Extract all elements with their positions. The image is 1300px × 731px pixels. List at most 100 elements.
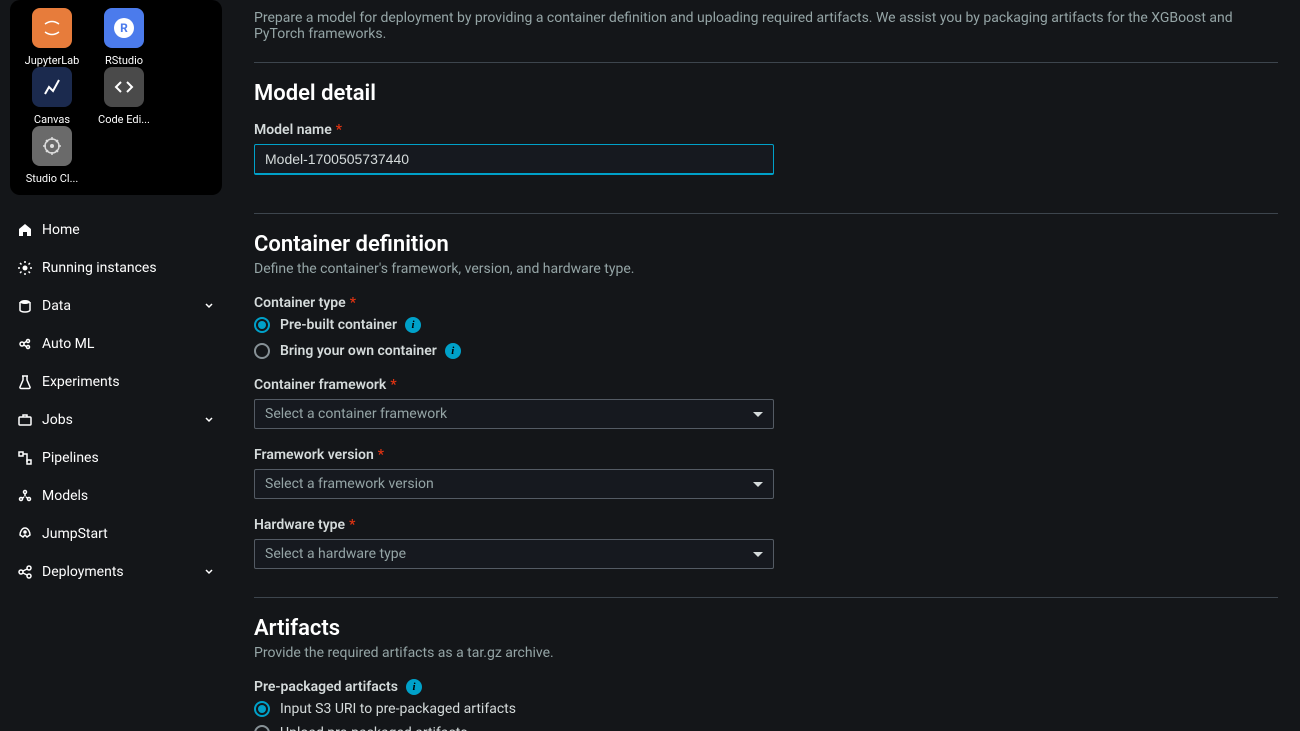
pipelines-icon	[16, 449, 34, 467]
app-rstudio[interactable]: R RStudio	[88, 8, 160, 67]
required-asterisk: *	[349, 517, 355, 533]
nav-home[interactable]: Home	[10, 211, 222, 249]
field-label: Container framework*	[254, 377, 774, 393]
app-label: JupyterLab	[25, 54, 80, 67]
automl-icon	[16, 335, 34, 353]
caret-down-icon	[753, 552, 763, 557]
page-description: Prepare a model for deployment by provid…	[254, 10, 1278, 42]
field-framework-version: Framework version* Select a framework ve…	[254, 447, 774, 499]
gear-icon	[16, 259, 34, 277]
app-label: Studio Cl...	[26, 172, 79, 185]
nav-deployments[interactable]: Deployments	[10, 553, 222, 591]
select-placeholder: Select a hardware type	[265, 546, 406, 562]
caret-down-icon	[753, 412, 763, 417]
nav-jumpstart[interactable]: JumpStart	[10, 515, 222, 553]
deployments-icon	[16, 563, 34, 581]
app-launcher-card: JupyterLab R RStudio Canvas	[10, 0, 222, 195]
nav-experiments[interactable]: Experiments	[10, 363, 222, 401]
chevron-down-icon	[202, 565, 216, 579]
rocket-icon	[16, 525, 34, 543]
radio-unselected-icon	[254, 343, 270, 359]
app-studio-classic[interactable]: Studio Cl...	[16, 126, 88, 185]
radio-upload-artifacts[interactable]: Upload pre-packaged artifacts	[254, 725, 774, 731]
model-name-input[interactable]	[254, 144, 774, 175]
section-model-detail: Model detail Model name*	[254, 63, 1278, 213]
info-icon[interactable]: i	[445, 343, 461, 359]
code-editor-icon	[104, 67, 144, 107]
nav-label: JumpStart	[42, 526, 108, 542]
field-label: Model name*	[254, 122, 774, 138]
field-container-framework: Container framework* Select a container …	[254, 377, 774, 429]
section-description: Define the container's framework, versio…	[254, 261, 1278, 277]
section-title: Model detail	[254, 81, 1278, 106]
radio-selected-icon	[254, 317, 270, 333]
framework-version-select[interactable]: Select a framework version	[254, 469, 774, 499]
section-description: Provide the required artifacts as a tar.…	[254, 645, 1278, 661]
caret-down-icon	[753, 482, 763, 487]
nav-automl[interactable]: Auto ML	[10, 325, 222, 363]
select-placeholder: Select a container framework	[265, 406, 447, 422]
app-jupyterlab[interactable]: JupyterLab	[16, 8, 88, 67]
info-icon[interactable]: i	[405, 317, 421, 333]
rstudio-icon: R	[104, 8, 144, 48]
required-asterisk: *	[378, 447, 384, 463]
home-icon	[16, 221, 34, 239]
radio-bring-own-container[interactable]: Bring your own container i	[254, 343, 774, 359]
field-label: Hardware type*	[254, 517, 774, 533]
nav-running-instances[interactable]: Running instances	[10, 249, 222, 287]
nav-label: Deployments	[42, 564, 124, 580]
nav-label: Running instances	[42, 260, 157, 276]
field-container-type: Container type* Pre-built container i Br…	[254, 295, 774, 359]
main-content: Prepare a model for deployment by provid…	[232, 0, 1300, 731]
section-title: Container definition	[254, 232, 1278, 257]
radio-label: Bring your own container	[280, 343, 437, 359]
sidebar: JupyterLab R RStudio Canvas	[0, 0, 232, 731]
flask-icon	[16, 373, 34, 391]
field-prepackaged-artifacts: Pre-packaged artifacts i Input S3 URI to…	[254, 679, 774, 731]
info-icon[interactable]: i	[406, 679, 422, 695]
nav-label: Experiments	[42, 374, 120, 390]
nav-pipelines[interactable]: Pipelines	[10, 439, 222, 477]
container-framework-select[interactable]: Select a container framework	[254, 399, 774, 429]
radio-prebuilt-container[interactable]: Pre-built container i	[254, 317, 774, 333]
app-label: Code Edi...	[98, 113, 150, 126]
field-hardware-type: Hardware type* Select a hardware type	[254, 517, 774, 569]
nav-data[interactable]: Data	[10, 287, 222, 325]
nav-list: Home Running instances Data Auto ML Expe…	[10, 211, 222, 591]
nav-label: Pipelines	[42, 450, 99, 466]
nav-jobs[interactable]: Jobs	[10, 401, 222, 439]
nav-label: Jobs	[42, 412, 73, 428]
models-icon	[16, 487, 34, 505]
app-code-editor[interactable]: Code Edi...	[88, 67, 160, 126]
db-icon	[16, 297, 34, 315]
briefcase-icon	[16, 411, 34, 429]
nav-models[interactable]: Models	[10, 477, 222, 515]
field-model-name: Model name*	[254, 122, 774, 175]
radio-label: Pre-built container	[280, 317, 397, 333]
required-asterisk: *	[336, 122, 342, 138]
nav-label: Data	[42, 298, 71, 314]
field-label: Container type*	[254, 295, 774, 311]
radio-s3-uri[interactable]: Input S3 URI to pre-packaged artifacts	[254, 701, 774, 717]
required-asterisk: *	[390, 377, 396, 393]
svg-text:R: R	[120, 21, 128, 35]
field-label: Pre-packaged artifacts i	[254, 679, 774, 695]
radio-label: Upload pre-packaged artifacts	[280, 725, 468, 731]
radio-selected-icon	[254, 701, 270, 717]
app-canvas[interactable]: Canvas	[16, 67, 88, 126]
radio-label: Input S3 URI to pre-packaged artifacts	[280, 701, 516, 717]
section-title: Artifacts	[254, 616, 1278, 641]
radio-unselected-icon	[254, 725, 270, 731]
nav-label: Models	[42, 488, 88, 504]
select-placeholder: Select a framework version	[265, 476, 434, 492]
field-label: Framework version*	[254, 447, 774, 463]
hardware-type-select[interactable]: Select a hardware type	[254, 539, 774, 569]
app-label: Canvas	[34, 113, 70, 126]
nav-label: Auto ML	[42, 336, 94, 352]
chevron-down-icon	[202, 413, 216, 427]
jupyterlab-icon	[32, 8, 72, 48]
studio-classic-icon	[32, 126, 72, 166]
nav-label: Home	[42, 222, 80, 238]
chevron-down-icon	[202, 299, 216, 313]
canvas-icon	[32, 67, 72, 107]
